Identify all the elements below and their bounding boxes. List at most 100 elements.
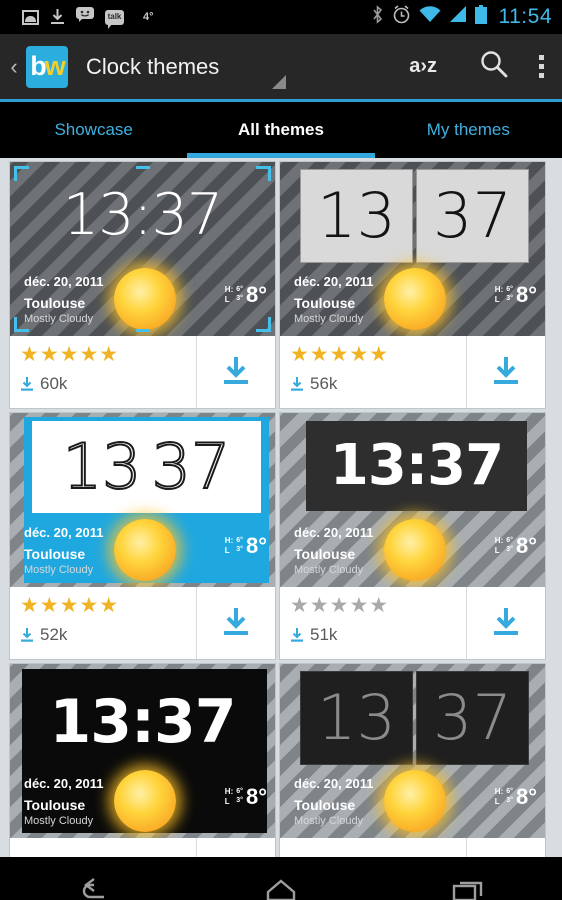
- download-count-row: 60k: [20, 374, 196, 394]
- high-low-values: 6° 3°: [506, 788, 513, 806]
- current-temperature: 8°: [515, 533, 537, 558]
- rating-stars[interactable]: ★★★★★: [20, 344, 196, 365]
- clock-minute: 37: [151, 430, 232, 503]
- theme-preview[interactable]: 13 37 déc. 20, 2011 Toulouse Mostly Clou…: [10, 413, 275, 587]
- widget-condition: Mostly Cloudy: [24, 815, 94, 827]
- search-icon[interactable]: [459, 49, 529, 84]
- high-low-values: 6° 3°: [506, 286, 513, 304]
- status-bar[interactable]: talk 4° 11:54: [0, 0, 562, 34]
- widget-date: déc. 20, 2011: [24, 525, 104, 540]
- rating-stars[interactable]: ★★★★★: [290, 344, 466, 365]
- high-low-labels: H: L: [495, 787, 503, 807]
- card-footer: ★★★★★ 56k: [280, 336, 545, 408]
- current-temperature: 8°: [515, 282, 537, 307]
- theme-preview[interactable]: 13 37 déc. 20, 2011 Toulouse Mostly Clou…: [280, 162, 545, 336]
- action-bar: ‹ bw Clock themes a›z: [0, 34, 562, 102]
- high-low-values: 6° 3°: [506, 537, 513, 555]
- clock-display: 13 37: [300, 169, 529, 263]
- weather-info: déc. 20, 2011 Toulouse Mostly Cloudy H: …: [280, 515, 545, 587]
- page-title: Clock themes: [86, 53, 220, 79]
- high-low-labels: H: L: [495, 285, 503, 305]
- download-count-row: 56k: [290, 374, 466, 394]
- download-button[interactable]: [467, 838, 545, 857]
- messaging-icon: [76, 7, 94, 27]
- clock-display: 13 37: [300, 671, 529, 765]
- tab-all-themes[interactable]: All themes: [187, 102, 375, 158]
- theme-preview[interactable]: 13 37 déc. 20, 2011 Toulouse Mostly Clou…: [280, 664, 545, 838]
- download-button[interactable]: [467, 587, 545, 659]
- app-logo[interactable]: bw: [26, 45, 68, 88]
- rating-stars[interactable]: ★★★★★: [290, 595, 466, 616]
- clock-time: 13:37: [329, 433, 504, 498]
- up-navigation-icon[interactable]: ‹: [0, 55, 22, 78]
- download-count-row: 52k: [20, 625, 196, 645]
- low-label: L: [224, 546, 230, 555]
- theme-card[interactable]: 13:37 déc. 20, 2011 Toulouse Mostly Clou…: [279, 412, 546, 660]
- card-info: ★★★★★ 60k: [10, 336, 197, 408]
- clock-display: 13 37: [32, 421, 261, 513]
- theme-card[interactable]: 13:37 déc. 20, 2011 Toulouse Mostly Clou…: [9, 161, 276, 409]
- clock-display: 13:37: [20, 670, 265, 774]
- theme-card[interactable]: 13 37 déc. 20, 2011 Toulouse Mostly Clou…: [9, 412, 276, 660]
- download-button[interactable]: [197, 838, 275, 857]
- high-low-labels: H: L: [225, 536, 233, 556]
- theme-card[interactable]: 13 37 déc. 20, 2011 Toulouse Mostly Clou…: [279, 663, 546, 857]
- low-label: L: [494, 797, 500, 806]
- high-low-values: 6° 3°: [236, 788, 243, 806]
- download-button[interactable]: [197, 587, 275, 659]
- sun-icon: [384, 770, 446, 832]
- download-icon: [494, 357, 518, 384]
- dropdown-caret-icon[interactable]: [272, 75, 286, 89]
- theme-card[interactable]: 13 37 déc. 20, 2011 Toulouse Mostly Clou…: [279, 161, 546, 409]
- image-icon: [22, 9, 39, 25]
- status-bar-temperature: 4°: [143, 11, 154, 23]
- low-label: L: [494, 295, 500, 304]
- theme-preview[interactable]: 13:37 déc. 20, 2011 Toulouse Mostly Clou…: [10, 664, 275, 838]
- download-count-row: 51k: [290, 625, 466, 645]
- download-icon: [494, 608, 518, 635]
- low-value: 3°: [506, 295, 513, 302]
- theme-preview[interactable]: 13:37 déc. 20, 2011 Toulouse Mostly Clou…: [10, 162, 275, 336]
- download-count: 60k: [40, 374, 68, 393]
- sun-icon: [114, 519, 176, 581]
- status-bar-left-icons: talk 4°: [22, 7, 154, 29]
- sun-icon: [384, 519, 446, 581]
- high-low-values: 6° 3°: [236, 537, 243, 555]
- status-bar-right-icons: 11:54: [371, 5, 553, 29]
- tab-my-themes[interactable]: My themes: [375, 102, 562, 158]
- download-count-icon: [291, 627, 303, 642]
- high-value: 6°: [236, 788, 243, 796]
- theme-preview[interactable]: 13:37 déc. 20, 2011 Toulouse Mostly Clou…: [280, 413, 545, 587]
- tab-showcase-label: Showcase: [54, 120, 133, 139]
- tab-my-themes-label: My themes: [426, 120, 510, 139]
- tab-showcase[interactable]: Showcase: [0, 102, 187, 158]
- home-icon[interactable]: [246, 875, 316, 900]
- card-footer: ★★★★★ 60k: [10, 336, 275, 408]
- navigation-bar: [0, 857, 562, 900]
- download-button[interactable]: [197, 336, 275, 408]
- recents-icon[interactable]: [433, 875, 503, 900]
- weather-info: déc. 20, 2011 Toulouse Mostly Cloudy H: …: [280, 766, 545, 838]
- wifi-icon: [419, 6, 441, 28]
- download-icon: [50, 9, 65, 25]
- weather-info: déc. 20, 2011 Toulouse Mostly Cloudy H: …: [280, 264, 545, 336]
- low-value: 3°: [506, 546, 513, 553]
- download-count: 51k: [310, 625, 338, 644]
- high-label: H:: [494, 787, 504, 796]
- download-count: 52k: [40, 625, 68, 644]
- back-icon[interactable]: [59, 875, 129, 900]
- tab-bar: Showcase All themes My themes: [0, 102, 562, 158]
- download-button[interactable]: [467, 336, 545, 408]
- sort-alphabetical-button[interactable]: a›z: [387, 55, 459, 78]
- low-value: 3°: [236, 546, 243, 553]
- theme-grid[interactable]: 13:37 déc. 20, 2011 Toulouse Mostly Clou…: [0, 158, 562, 857]
- high-label: H:: [494, 536, 504, 545]
- battery-icon: [474, 5, 487, 29]
- download-count-icon: [291, 376, 303, 391]
- theme-card[interactable]: 13:37 déc. 20, 2011 Toulouse Mostly Clou…: [9, 663, 276, 857]
- download-count-icon: [21, 627, 33, 642]
- rating-stars[interactable]: ★★★★★: [20, 595, 196, 616]
- card-footer: [10, 838, 275, 857]
- clock-minute: 37: [416, 671, 529, 765]
- overflow-menu-icon[interactable]: [529, 55, 562, 78]
